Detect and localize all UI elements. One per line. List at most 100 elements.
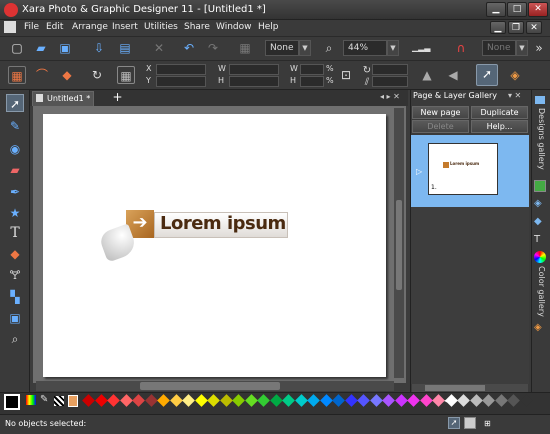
node-tool-icon[interactable]: ✎ [6,117,24,135]
status-page-icon[interactable] [464,417,476,429]
y-label: Y [146,76,151,85]
zoom-dropdown[interactable]: 44% [343,40,387,56]
layer-gallery-icon[interactable] [534,180,546,192]
fill-gallery-icon[interactable]: ◈ [534,198,542,209]
eyedropper-icon[interactable]: ✎ [40,394,48,405]
new-page-button[interactable]: New page [412,106,469,119]
more-icon[interactable]: » [530,39,548,57]
current-fill-swatch[interactable] [68,395,78,407]
fill-icon[interactable]: ◆ [58,66,76,84]
logo-graphic[interactable]: ➔ Lorem ipsum [97,210,288,263]
shadow-tool-icon[interactable]: ▚ [6,288,24,306]
status-select-icon[interactable]: ➚ [448,417,460,429]
save-icon[interactable]: ▣ [56,39,74,57]
rotate-icon[interactable]: ↻ [88,66,106,84]
palette-scroll-icon[interactable]: ◂ [444,396,448,405]
designs-gallery-tab[interactable]: Designs gallery [534,108,546,170]
shape-tool-icon[interactable]: ★ [6,204,24,222]
bezier-handle-icon[interactable]: ⌒ [33,66,51,84]
w-scale-label: W [290,64,298,73]
menu-help[interactable]: Help [258,22,279,32]
select-inside-icon[interactable]: ➚ [476,64,498,86]
color-editor-icon[interactable] [26,395,36,405]
expand-icon[interactable]: ▷ [416,167,422,176]
selector-options-icon[interactable]: ▦ [8,66,26,84]
selector-tool-icon[interactable]: ➚ [6,94,24,112]
menu-window[interactable]: Window [216,22,252,32]
flip-horizontal-icon[interactable]: ◀ [444,66,462,84]
menu-edit[interactable]: Edit [46,22,63,32]
h-scale-field[interactable] [300,76,324,87]
no-color-swatch[interactable] [54,396,64,406]
doc-restore-button[interactable]: ❐ [508,21,524,34]
paste-icon[interactable]: ▤ [116,39,134,57]
pen-tool-icon[interactable]: ✒ [6,183,24,201]
current-line-color[interactable] [4,394,20,410]
skew-field[interactable] [372,76,408,87]
color-gallery-tab[interactable]: Color gallery [534,266,546,317]
y-field[interactable] [156,76,206,87]
zoom-icon[interactable]: ⌕ [320,39,338,57]
document-icon[interactable] [4,21,16,33]
fill-tool-icon[interactable]: ◆ [6,245,24,263]
duplicate-button[interactable]: Duplicate [471,106,528,119]
menu-arrange[interactable]: Arrange [72,22,108,32]
transparency-tool-icon[interactable]: 🝖 [6,266,24,284]
clipart-gallery-icon[interactable]: ◈ [534,322,542,333]
delete-button[interactable]: Delete [412,120,469,133]
zoom-slider-icon[interactable]: ▁▂▃ [412,39,430,57]
bevel-tool-icon[interactable]: ▣ [6,309,24,327]
minimize-button[interactable]: ▁ [486,2,506,17]
page-thumbnail[interactable]: Lorem ipsum 1. [428,143,498,195]
lock-icon[interactable]: ⊡ [337,66,355,84]
photo-tool-icon[interactable]: ◉ [6,140,24,158]
gallery-controls-icon[interactable]: ▾ ✕ [508,91,521,100]
menu-insert[interactable]: Insert [112,22,138,32]
undo-icon[interactable]: ↶ [180,39,198,57]
gallery-hscroll-thumb[interactable] [425,385,485,391]
status-snap-icon[interactable]: ⊞ [484,419,491,428]
doc-minimize-button[interactable]: ▁ [490,21,506,34]
import-icon[interactable]: ⇩ [90,39,108,57]
chevron-down-icon[interactable]: ▼ [299,40,311,56]
horizontal-scroll-thumb[interactable] [140,382,280,390]
document-tab-icon [36,94,43,102]
menu-utilities[interactable]: Utilities [144,22,178,32]
maximize-button[interactable]: □ [507,2,527,17]
transparency-icon[interactable]: ▦ [236,39,254,57]
menu-share[interactable]: Share [184,22,210,32]
redo-icon[interactable]: ↷ [204,39,222,57]
delete-icon[interactable]: ✕ [150,39,168,57]
freehand-tool-icon[interactable]: ▰ [6,161,24,179]
open-icon[interactable]: ▰ [32,39,50,57]
font-gallery-icon[interactable]: T [534,234,540,245]
arrow-right-icon: ➔ [132,212,148,233]
doc-close-button[interactable]: ✕ [526,21,542,34]
magnet-icon[interactable]: ∩ [452,39,470,57]
help-button[interactable]: Help... [471,120,528,133]
angle-field[interactable] [372,64,408,75]
text-tool-icon[interactable]: T [6,224,24,242]
chevron-down-icon[interactable]: ▼ [516,40,528,56]
h-field[interactable] [229,76,279,87]
flip-vertical-icon[interactable]: ▲ [418,66,436,84]
new-document-icon[interactable]: ▢ [8,39,26,57]
w-scale-field[interactable] [300,64,324,75]
menu-file[interactable]: File [24,22,39,32]
w-field[interactable] [229,64,279,75]
window-title: Xara Photo & Graphic Designer 11 - [Unti… [22,4,266,15]
close-button[interactable]: ✕ [528,2,548,17]
zoom-tool-icon[interactable]: ⌕ [6,330,24,348]
tab-nav-icon[interactable]: ◂ ▸ ✕ [380,92,400,101]
bitmap-gallery-icon[interactable]: ◆ [534,216,542,227]
grid-icon[interactable]: ▦ [117,66,135,84]
color-wheel-icon[interactable] [534,251,546,263]
chevron-down-icon[interactable]: ▼ [387,40,399,56]
quality-dropdown[interactable]: None [265,40,299,56]
new-tab-icon[interactable]: + [111,91,124,104]
x-field[interactable] [156,64,206,75]
search-field[interactable]: None [482,40,516,56]
vertical-scroll-thumb[interactable] [396,200,402,290]
tag-icon[interactable]: ◈ [506,66,524,84]
designs-gallery-icon[interactable] [535,96,545,104]
